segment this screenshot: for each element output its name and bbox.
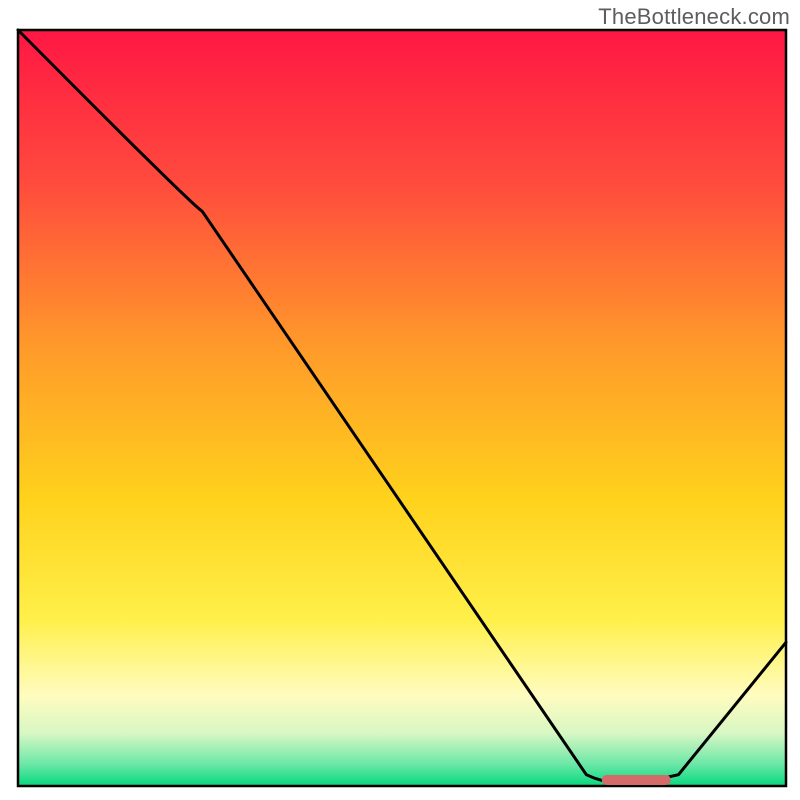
optimal-range-marker [602,775,671,785]
watermark-text: TheBottleneck.com [598,4,790,30]
bottleneck-chart [0,0,800,800]
chart-container: TheBottleneck.com [0,0,800,800]
